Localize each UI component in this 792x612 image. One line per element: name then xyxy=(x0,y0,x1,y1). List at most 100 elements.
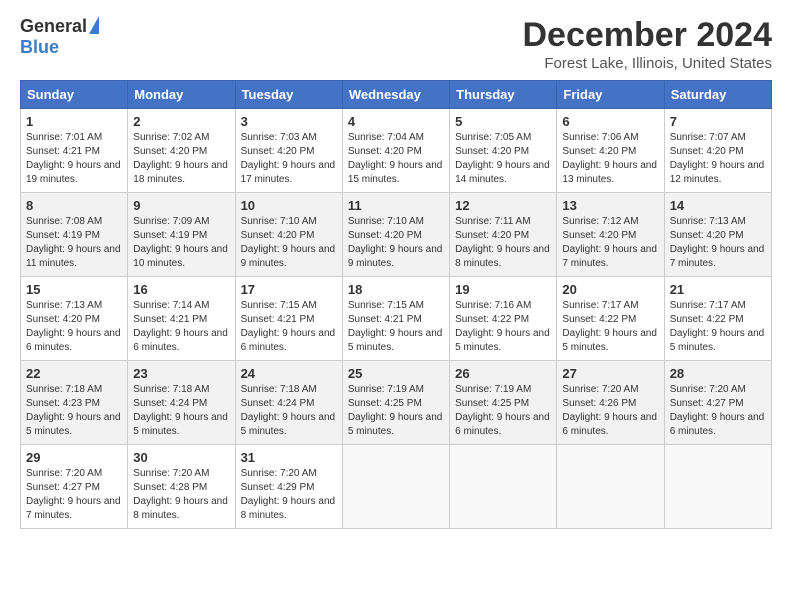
sunset-label: Sunset: 4:20 PM xyxy=(562,146,636,157)
calendar-table: SundayMondayTuesdayWednesdayThursdayFrid… xyxy=(20,80,772,529)
calendar-cell: 14 Sunrise: 7:13 AM Sunset: 4:20 PM Dayl… xyxy=(664,193,771,277)
daylight-label: Daylight: 9 hours and 5 minutes. xyxy=(348,328,443,353)
sunset-label: Sunset: 4:20 PM xyxy=(455,230,529,241)
calendar-cell: 5 Sunrise: 7:05 AM Sunset: 4:20 PM Dayli… xyxy=(450,109,557,193)
calendar-cell: 28 Sunrise: 7:20 AM Sunset: 4:27 PM Dayl… xyxy=(664,361,771,445)
daylight-label: Daylight: 9 hours and 15 minutes. xyxy=(348,160,443,185)
sunrise-label: Sunrise: 7:20 AM xyxy=(26,468,102,479)
daylight-label: Daylight: 9 hours and 8 minutes. xyxy=(455,244,550,269)
day-info: Sunrise: 7:18 AM Sunset: 4:23 PM Dayligh… xyxy=(26,383,122,439)
day-info: Sunrise: 7:15 AM Sunset: 4:21 PM Dayligh… xyxy=(348,299,444,355)
daylight-label: Daylight: 9 hours and 7 minutes. xyxy=(670,244,765,269)
day-header-sunday: Sunday xyxy=(21,81,128,109)
daylight-label: Daylight: 9 hours and 19 minutes. xyxy=(26,160,121,185)
calendar-cell xyxy=(342,445,449,529)
day-number: 21 xyxy=(670,282,766,297)
daylight-label: Daylight: 9 hours and 5 minutes. xyxy=(241,412,336,437)
sunrise-label: Sunrise: 7:13 AM xyxy=(670,216,746,227)
sunrise-label: Sunrise: 7:14 AM xyxy=(133,300,209,311)
sunrise-label: Sunrise: 7:18 AM xyxy=(26,384,102,395)
logo: General Blue xyxy=(20,16,99,58)
daylight-label: Daylight: 9 hours and 17 minutes. xyxy=(241,160,336,185)
daylight-label: Daylight: 9 hours and 9 minutes. xyxy=(348,244,443,269)
day-info: Sunrise: 7:20 AM Sunset: 4:26 PM Dayligh… xyxy=(562,383,658,439)
daylight-label: Daylight: 9 hours and 6 minutes. xyxy=(26,328,121,353)
calendar-cell: 27 Sunrise: 7:20 AM Sunset: 4:26 PM Dayl… xyxy=(557,361,664,445)
day-info: Sunrise: 7:12 AM Sunset: 4:20 PM Dayligh… xyxy=(562,215,658,271)
calendar-cell: 8 Sunrise: 7:08 AM Sunset: 4:19 PM Dayli… xyxy=(21,193,128,277)
day-number: 9 xyxy=(133,198,229,213)
calendar-cell: 26 Sunrise: 7:19 AM Sunset: 4:25 PM Dayl… xyxy=(450,361,557,445)
calendar-cell: 24 Sunrise: 7:18 AM Sunset: 4:24 PM Dayl… xyxy=(235,361,342,445)
calendar-cell: 3 Sunrise: 7:03 AM Sunset: 4:20 PM Dayli… xyxy=(235,109,342,193)
day-number: 17 xyxy=(241,282,337,297)
day-header-wednesday: Wednesday xyxy=(342,81,449,109)
day-info: Sunrise: 7:17 AM Sunset: 4:22 PM Dayligh… xyxy=(670,299,766,355)
day-number: 19 xyxy=(455,282,551,297)
sunset-label: Sunset: 4:29 PM xyxy=(241,482,315,493)
daylight-label: Daylight: 9 hours and 6 minutes. xyxy=(241,328,336,353)
day-number: 18 xyxy=(348,282,444,297)
day-number: 15 xyxy=(26,282,122,297)
sunset-label: Sunset: 4:20 PM xyxy=(562,230,636,241)
week-row-2: 8 Sunrise: 7:08 AM Sunset: 4:19 PM Dayli… xyxy=(21,193,772,277)
day-info: Sunrise: 7:10 AM Sunset: 4:20 PM Dayligh… xyxy=(241,215,337,271)
daylight-label: Daylight: 9 hours and 6 minutes. xyxy=(670,412,765,437)
sunset-label: Sunset: 4:25 PM xyxy=(455,398,529,409)
day-number: 30 xyxy=(133,450,229,465)
month-title: December 2024 xyxy=(522,16,772,55)
sunrise-label: Sunrise: 7:19 AM xyxy=(348,384,424,395)
calendar-cell xyxy=(664,445,771,529)
calendar-cell: 12 Sunrise: 7:11 AM Sunset: 4:20 PM Dayl… xyxy=(450,193,557,277)
daylight-label: Daylight: 9 hours and 10 minutes. xyxy=(133,244,228,269)
sunrise-label: Sunrise: 7:16 AM xyxy=(455,300,531,311)
sunset-label: Sunset: 4:22 PM xyxy=(562,314,636,325)
day-number: 14 xyxy=(670,198,766,213)
day-info: Sunrise: 7:19 AM Sunset: 4:25 PM Dayligh… xyxy=(455,383,551,439)
sunrise-label: Sunrise: 7:18 AM xyxy=(241,384,317,395)
daylight-label: Daylight: 9 hours and 5 minutes. xyxy=(562,328,657,353)
calendar-cell: 22 Sunrise: 7:18 AM Sunset: 4:23 PM Dayl… xyxy=(21,361,128,445)
sunrise-label: Sunrise: 7:17 AM xyxy=(670,300,746,311)
day-number: 28 xyxy=(670,366,766,381)
daylight-label: Daylight: 9 hours and 9 minutes. xyxy=(241,244,336,269)
day-info: Sunrise: 7:08 AM Sunset: 4:19 PM Dayligh… xyxy=(26,215,122,271)
sunset-label: Sunset: 4:24 PM xyxy=(241,398,315,409)
day-info: Sunrise: 7:18 AM Sunset: 4:24 PM Dayligh… xyxy=(133,383,229,439)
title-area: December 2024 Forest Lake, Illinois, Uni… xyxy=(522,16,772,72)
week-row-1: 1 Sunrise: 7:01 AM Sunset: 4:21 PM Dayli… xyxy=(21,109,772,193)
sunrise-label: Sunrise: 7:10 AM xyxy=(348,216,424,227)
calendar-cell: 31 Sunrise: 7:20 AM Sunset: 4:29 PM Dayl… xyxy=(235,445,342,529)
calendar-cell: 21 Sunrise: 7:17 AM Sunset: 4:22 PM Dayl… xyxy=(664,277,771,361)
day-number: 12 xyxy=(455,198,551,213)
daylight-label: Daylight: 9 hours and 6 minutes. xyxy=(133,328,228,353)
day-info: Sunrise: 7:17 AM Sunset: 4:22 PM Dayligh… xyxy=(562,299,658,355)
sunset-label: Sunset: 4:20 PM xyxy=(455,146,529,157)
sunrise-label: Sunrise: 7:04 AM xyxy=(348,132,424,143)
day-info: Sunrise: 7:19 AM Sunset: 4:25 PM Dayligh… xyxy=(348,383,444,439)
day-number: 6 xyxy=(562,114,658,129)
sunset-label: Sunset: 4:20 PM xyxy=(670,146,744,157)
daylight-label: Daylight: 9 hours and 5 minutes. xyxy=(455,328,550,353)
calendar-cell xyxy=(450,445,557,529)
day-info: Sunrise: 7:15 AM Sunset: 4:21 PM Dayligh… xyxy=(241,299,337,355)
daylight-label: Daylight: 9 hours and 5 minutes. xyxy=(670,328,765,353)
day-info: Sunrise: 7:13 AM Sunset: 4:20 PM Dayligh… xyxy=(670,215,766,271)
day-info: Sunrise: 7:20 AM Sunset: 4:28 PM Dayligh… xyxy=(133,467,229,523)
day-info: Sunrise: 7:10 AM Sunset: 4:20 PM Dayligh… xyxy=(348,215,444,271)
daylight-label: Daylight: 9 hours and 5 minutes. xyxy=(133,412,228,437)
calendar-cell: 7 Sunrise: 7:07 AM Sunset: 4:20 PM Dayli… xyxy=(664,109,771,193)
sunset-label: Sunset: 4:21 PM xyxy=(348,314,422,325)
day-info: Sunrise: 7:20 AM Sunset: 4:27 PM Dayligh… xyxy=(26,467,122,523)
week-row-5: 29 Sunrise: 7:20 AM Sunset: 4:27 PM Dayl… xyxy=(21,445,772,529)
sunrise-label: Sunrise: 7:11 AM xyxy=(455,216,530,227)
sunrise-label: Sunrise: 7:19 AM xyxy=(455,384,531,395)
day-number: 20 xyxy=(562,282,658,297)
calendar-cell: 1 Sunrise: 7:01 AM Sunset: 4:21 PM Dayli… xyxy=(21,109,128,193)
sunset-label: Sunset: 4:27 PM xyxy=(670,398,744,409)
day-number: 4 xyxy=(348,114,444,129)
daylight-label: Daylight: 9 hours and 8 minutes. xyxy=(133,496,228,521)
sunrise-label: Sunrise: 7:06 AM xyxy=(562,132,638,143)
day-info: Sunrise: 7:04 AM Sunset: 4:20 PM Dayligh… xyxy=(348,131,444,187)
sunrise-label: Sunrise: 7:20 AM xyxy=(562,384,638,395)
